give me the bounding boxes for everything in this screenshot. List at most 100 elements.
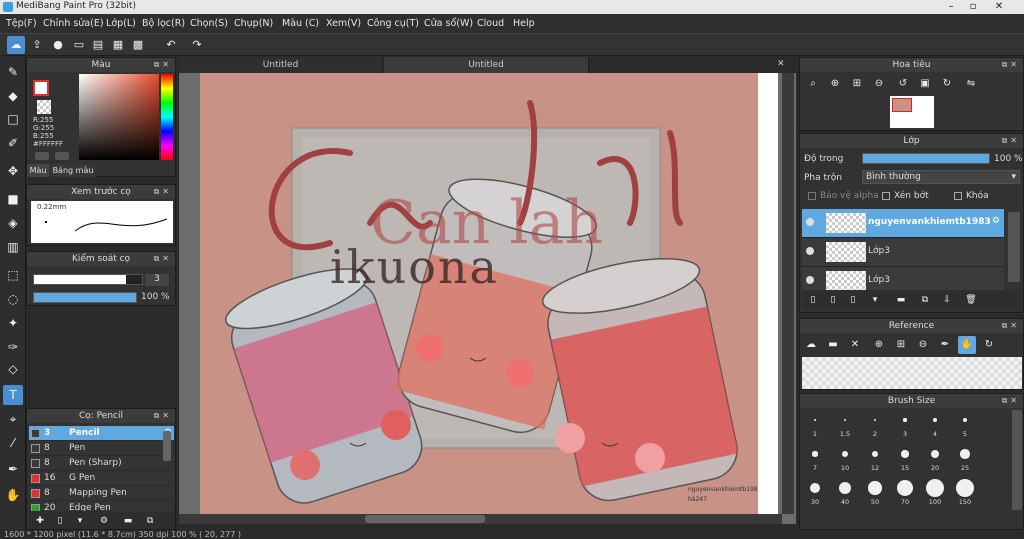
brush-size-dot[interactable]: [901, 450, 909, 458]
saturation-value-picker[interactable]: [79, 74, 159, 160]
text-tool-icon[interactable]: T: [3, 385, 23, 405]
menu-color[interactable]: Màu (C): [282, 18, 319, 29]
new-halftone-layer-icon[interactable]: ▯: [824, 291, 842, 309]
menu-cloud[interactable]: Cloud: [477, 18, 504, 29]
reference-cloud-icon[interactable]: ☁: [802, 336, 820, 354]
reference-canvas[interactable]: [802, 357, 1022, 389]
hand-tool-icon[interactable]: ✋: [3, 485, 23, 505]
menu-edit[interactable]: Chỉnh sửa(E): [43, 18, 104, 29]
brush-size-dot[interactable]: [956, 479, 974, 497]
tab-palette[interactable]: Bảng màu: [51, 164, 95, 177]
close-icon[interactable]: ✕: [988, 0, 1010, 14]
brush-size-scrollbar[interactable]: [1012, 410, 1022, 510]
brush-size-dot[interactable]: [930, 449, 940, 459]
select-rect-icon[interactable]: ⬚: [3, 265, 23, 285]
actual-size-icon[interactable]: ▣: [916, 75, 934, 93]
reference-close-icon[interactable]: ✕: [846, 336, 864, 354]
delete-layer-icon[interactable]: 🗑: [962, 291, 980, 309]
menu-filter[interactable]: Bộ lọc(R): [142, 18, 185, 29]
upload-icon[interactable]: ⇪: [28, 36, 46, 54]
grid-icon[interactable]: ▦: [109, 36, 127, 54]
reference-rotate-icon[interactable]: ↻: [980, 336, 998, 354]
menu-file[interactable]: Tệp(F): [6, 18, 37, 29]
panel-controls-icon[interactable]: ⧉✕: [1002, 319, 1020, 333]
brush-size-dot[interactable]: [873, 418, 877, 422]
tab-color[interactable]: Màu: [27, 164, 49, 177]
brush-size-dot[interactable]: [962, 417, 968, 423]
lock-checkbox[interactable]: [954, 192, 962, 200]
gear-icon[interactable]: ⚙: [992, 216, 1000, 226]
artwork-canvas[interactable]: ikuona nguyenvankhiemtb1983 hà247 Can la…: [200, 73, 758, 514]
frame-icon[interactable]: ▭: [70, 36, 88, 54]
bucket-tool-icon[interactable]: ◈: [3, 213, 23, 233]
zoom-icon[interactable]: ⌕: [804, 75, 822, 93]
divide-tool-icon[interactable]: ⁄: [3, 433, 23, 453]
brush-size-dot[interactable]: [868, 481, 882, 495]
menu-capture[interactable]: Chụp(N): [234, 18, 273, 29]
menu-help[interactable]: Help: [513, 18, 535, 29]
reference-open-icon[interactable]: ▬: [824, 336, 842, 354]
navigator-thumbnail[interactable]: [890, 96, 934, 128]
maximize-icon[interactable]: ▫: [962, 0, 984, 14]
brush-tool-icon[interactable]: ✎: [3, 62, 23, 82]
reset-color-button[interactable]: [55, 152, 69, 160]
lasso-icon[interactable]: ◌: [3, 289, 23, 309]
eraser-tool-icon[interactable]: ◆: [3, 86, 23, 106]
layer-row[interactable]: nguyenvankhiemtb1983 ⚙: [802, 209, 1004, 238]
undo-icon[interactable]: ↶: [162, 36, 180, 54]
panel-controls-icon[interactable]: ⧉✕: [1002, 394, 1020, 408]
brush-item[interactable]: 16 G Pen: [29, 471, 174, 486]
foreground-color-swatch[interactable]: [33, 80, 49, 96]
reference-zoom-in-icon[interactable]: ⊕: [870, 336, 888, 354]
eye-icon[interactable]: [806, 276, 814, 284]
layer-opacity-slider[interactable]: [862, 153, 990, 164]
canvas-vertical-scrollbar[interactable]: [782, 73, 794, 514]
move-tool-icon[interactable]: ✥: [3, 161, 23, 181]
menu-window[interactable]: Cửa sổ(W): [424, 18, 473, 29]
reference-fit-icon[interactable]: ⊞: [892, 336, 910, 354]
panel-controls-icon[interactable]: ⧉✕: [154, 409, 172, 423]
brush-settings-icon[interactable]: ⚙: [95, 512, 113, 530]
magic-wand-icon[interactable]: ✦: [3, 313, 23, 333]
brush-size-dot[interactable]: [897, 480, 913, 496]
brush-size-dot[interactable]: [843, 418, 847, 422]
brush-size-dot[interactable]: [903, 418, 907, 422]
eye-icon[interactable]: [806, 218, 814, 226]
select-pen-icon[interactable]: ✑: [3, 337, 23, 357]
brush-item[interactable]: 8 Pen: [29, 441, 174, 456]
brush-size-dot[interactable]: [960, 449, 970, 459]
page-icon[interactable]: ▤: [89, 36, 107, 54]
select-eraser-icon[interactable]: ◇: [3, 359, 23, 379]
rectangle-tool-icon[interactable]: □: [3, 109, 23, 129]
hue-slider[interactable]: [161, 74, 173, 160]
new-layer-icon[interactable]: ▯: [804, 291, 822, 309]
brush-size-dot[interactable]: [838, 481, 851, 494]
brush-size-dot[interactable]: [871, 450, 879, 458]
fill-rect-tool-icon[interactable]: ■: [3, 189, 23, 209]
clipping-checkbox[interactable]: [882, 192, 890, 200]
brush-opacity-slider[interactable]: [33, 292, 137, 303]
brush-size-value[interactable]: 3: [145, 274, 169, 286]
panel-controls-icon[interactable]: ⧉✕: [1002, 134, 1020, 148]
brush-folder-icon[interactable]: ▬: [119, 512, 137, 530]
close-tab-icon[interactable]: ✕: [777, 59, 785, 69]
gradient-tool-icon[interactable]: ▥: [3, 237, 23, 257]
brush-list-scrollbar[interactable]: [163, 431, 171, 461]
rotate-left-icon[interactable]: ↺: [894, 75, 912, 93]
panel-controls-icon[interactable]: ⧉✕: [1002, 58, 1020, 72]
brush-doc-icon[interactable]: ▯: [51, 512, 69, 530]
duplicate-layer-icon[interactable]: ⧉: [916, 291, 934, 309]
brush-item[interactable]: 8 Mapping Pen: [29, 486, 174, 501]
brush-copy-icon[interactable]: ⧉: [141, 512, 159, 530]
add-brush-icon[interactable]: ✚: [31, 512, 49, 530]
tab-untitled-1[interactable]: Untitled: [179, 57, 383, 73]
tab-untitled-2[interactable]: Untitled: [384, 57, 589, 73]
zoom-in-icon[interactable]: ⊕: [826, 75, 844, 93]
cloud-icon[interactable]: ☁: [7, 36, 25, 54]
layer-folder-icon[interactable]: ▬: [892, 291, 910, 309]
operation-tool-icon[interactable]: ⌖: [3, 409, 23, 429]
redo-icon[interactable]: ↷: [188, 36, 206, 54]
canvas-area[interactable]: ikuona nguyenvankhiemtb1983 hà247 Can la…: [179, 73, 796, 524]
swap-color-button[interactable]: [35, 152, 49, 160]
background-color-swatch[interactable]: [37, 100, 51, 114]
